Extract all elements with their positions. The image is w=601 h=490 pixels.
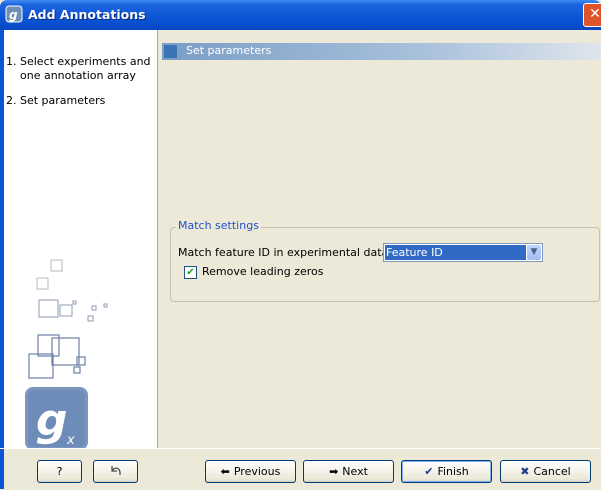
step-1: 1. Select experiments and one annotation… (6, 55, 151, 83)
section-icon (164, 45, 177, 58)
title-bar: g Add Annotations ✕ (0, 0, 601, 30)
clc-logo-graphic: g x (25, 259, 108, 448)
previous-button[interactable]: ⬅ Previous (205, 460, 296, 483)
svg-text:g: g (9, 8, 18, 22)
steps-panel: 1. Select experiments and one annotation… (4, 30, 158, 448)
undo-arrow-icon (110, 466, 121, 475)
previous-label: Previous (233, 465, 281, 478)
cancel-label: Cancel (533, 465, 571, 478)
remove-zeros-checkbox[interactable]: ✔ (184, 266, 197, 279)
match-settings-legend: Match settings (176, 219, 261, 232)
close-button[interactable]: ✕ (583, 3, 601, 27)
section-header: Set parameters (162, 43, 601, 60)
step-2: 2. Set parameters (6, 94, 106, 108)
checkmark-icon: ✔ (186, 267, 195, 278)
cancel-button[interactable]: ✖ Cancel (500, 460, 591, 483)
arrow-right-icon: ➡ (329, 465, 339, 478)
finish-label: Finish (437, 465, 469, 478)
arrow-left-icon: ⬅ (220, 465, 230, 478)
reset-button[interactable] (93, 460, 138, 483)
help-button[interactable]: ? (37, 460, 82, 483)
remove-zeros-label[interactable]: Remove leading zeros (202, 265, 323, 278)
check-icon: ✔ (424, 465, 434, 478)
close-icon: ✕ (589, 6, 601, 22)
feature-id-select[interactable]: Feature ID ▼ (383, 243, 543, 262)
section-title: Set parameters (186, 44, 272, 57)
step-label-line2: one annotation array (20, 69, 136, 82)
chevron-down-icon[interactable]: ▼ (527, 245, 541, 260)
app-logo-icon: g (5, 5, 23, 23)
window-title: Add Annotations (28, 7, 146, 22)
selected-option: Feature ID (385, 245, 526, 260)
step-label: Set parameters (20, 94, 106, 107)
main-panel: Set parameters Match settings Match feat… (158, 30, 601, 448)
step-number: 2. (6, 94, 17, 107)
step-label: Select experiments and (20, 55, 151, 68)
help-label: ? (56, 465, 63, 478)
svg-text:x: x (66, 433, 75, 448)
button-bar: ? ⬅ Previous ➡ Next ✔ Finish ✖ Cancel (0, 448, 601, 490)
match-feature-label: Match feature ID in experimental data to (178, 246, 403, 259)
svg-text:g: g (36, 395, 68, 446)
next-label: Next (342, 465, 368, 478)
finish-button[interactable]: ✔ Finish (401, 460, 492, 483)
cancel-x-icon: ✖ (520, 465, 530, 478)
next-button[interactable]: ➡ Next (303, 460, 394, 483)
step-number: 1. (6, 55, 17, 68)
